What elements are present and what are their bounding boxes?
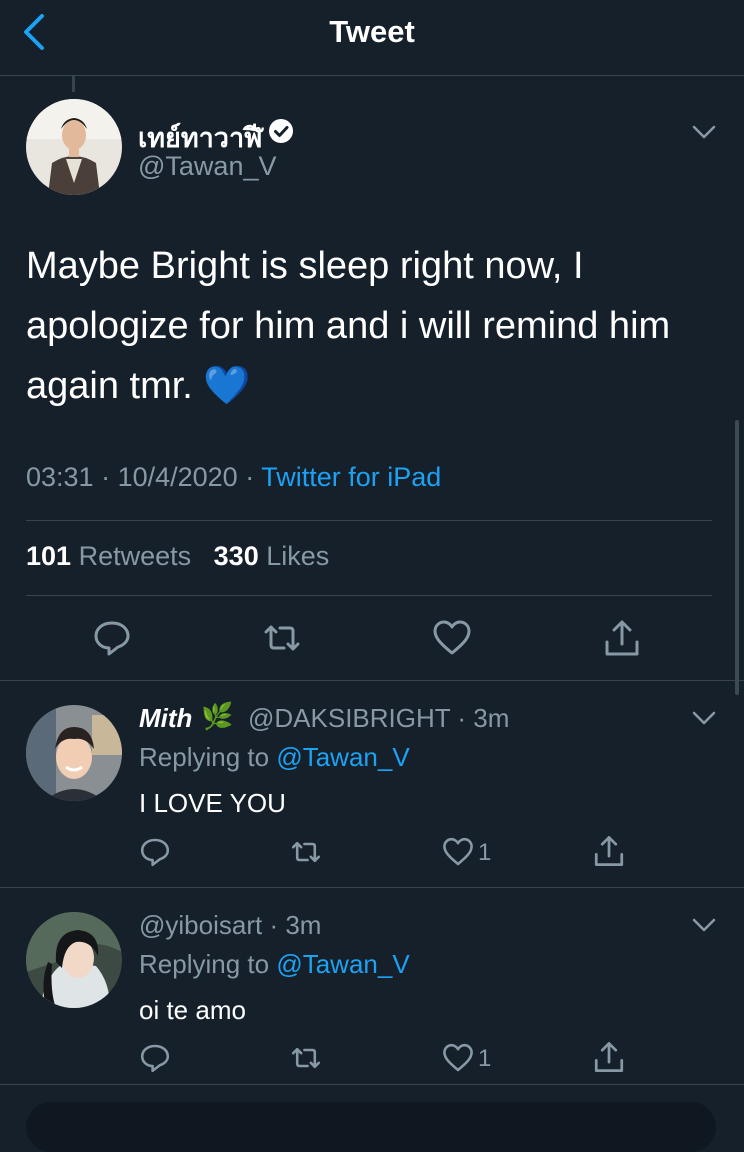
replying-to: Replying to @Tawan_V <box>139 742 410 773</box>
share-icon[interactable] <box>592 834 626 868</box>
reply-icon[interactable] <box>139 836 171 868</box>
tweet-meta: 03:31 · 10/4/2020 · Twitter for iPad <box>26 462 442 492</box>
reply-text: I LOVE YOU <box>139 788 286 818</box>
tweet-stats: 101 Retweets 330 Likes <box>26 541 329 572</box>
chevron-down-icon[interactable] <box>692 124 716 140</box>
divider <box>26 520 712 521</box>
tweet-source[interactable]: Twitter for iPad <box>261 462 441 492</box>
handle[interactable]: @Tawan_V <box>138 151 276 182</box>
chevron-down-icon[interactable] <box>692 917 716 933</box>
share-icon[interactable] <box>602 618 642 658</box>
divider <box>0 887 744 888</box>
reply-time: · 3m <box>269 910 322 940</box>
avatar[interactable] <box>26 99 122 195</box>
retweet-icon[interactable] <box>288 1042 324 1074</box>
replying-to-link[interactable]: @Tawan_V <box>276 742 409 772</box>
divider <box>0 1084 744 1085</box>
reply-time: · 3m <box>457 703 510 733</box>
reply-icon[interactable] <box>139 1042 171 1074</box>
retweets-label[interactable]: Retweets <box>79 541 192 571</box>
reply-handle-text[interactable]: @DAKSIBRIGHT <box>248 703 450 733</box>
like-count: 1 <box>478 839 492 866</box>
reply-composer[interactable] <box>26 1102 716 1152</box>
likes-label[interactable]: Likes <box>266 541 329 571</box>
chevron-down-icon[interactable] <box>692 710 716 726</box>
verified-icon <box>269 119 293 143</box>
reply-text: oi te amo <box>139 995 246 1025</box>
reply-display-name[interactable]: Mith <box>139 703 192 734</box>
reply-icon[interactable] <box>92 618 132 658</box>
retweet-count[interactable]: 101 <box>26 541 71 571</box>
reply-handle[interactable]: @yiboisart · 3m <box>139 910 321 941</box>
like-icon[interactable] <box>441 836 475 868</box>
reply-handle-text[interactable]: @yiboisart <box>139 910 262 940</box>
tweet-date: 10/4/2020 <box>117 462 238 492</box>
scrollbar[interactable] <box>735 420 739 695</box>
retweet-icon[interactable] <box>288 836 324 868</box>
like-icon[interactable] <box>441 1042 475 1074</box>
top-bar: Tweet <box>0 0 744 76</box>
avatar[interactable] <box>26 705 122 801</box>
like-count[interactable]: 330 <box>214 541 259 571</box>
replying-to-link[interactable]: @Tawan_V <box>276 949 409 979</box>
tweet-text: Maybe Bright is sleep right now, I apolo… <box>26 245 671 407</box>
replying-label: Replying to <box>139 742 270 772</box>
tweet-time: 03:31 <box>26 462 94 492</box>
page-title: Tweet <box>329 14 415 49</box>
divider <box>26 595 712 596</box>
like-icon[interactable] <box>432 618 472 658</box>
reply-handle[interactable]: @DAKSIBRIGHT · 3m <box>248 703 509 734</box>
retweet-icon[interactable] <box>262 618 302 658</box>
avatar[interactable] <box>26 912 122 1008</box>
share-icon[interactable] <box>592 1040 626 1074</box>
like-count: 1 <box>478 1045 492 1072</box>
divider <box>0 680 744 681</box>
leaf-emoji: 🌿 <box>201 701 234 731</box>
replying-to: Replying to @Tawan_V <box>139 949 410 980</box>
thread-line <box>72 76 75 92</box>
replying-label: Replying to <box>139 949 270 979</box>
